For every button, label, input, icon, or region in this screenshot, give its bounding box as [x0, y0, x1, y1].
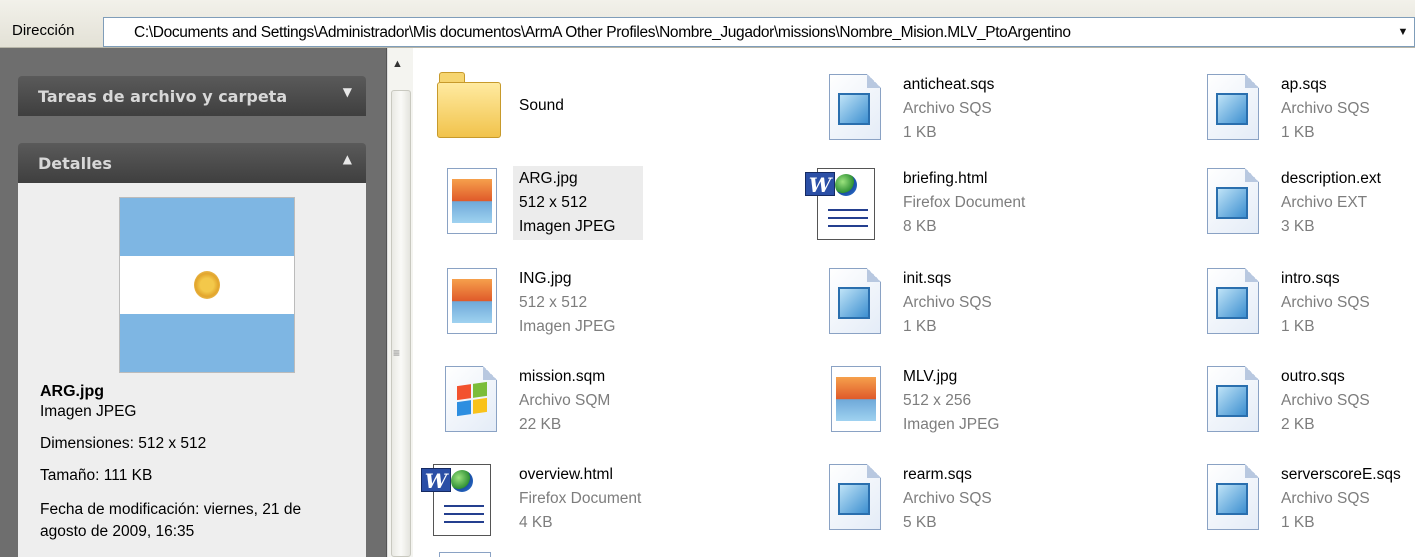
file-type: Imagen JPEG [519, 218, 616, 235]
file-size: 1 KB [903, 318, 937, 335]
chevron-down-icon[interactable]: ▼ [343, 85, 352, 99]
file-type: Archivo SQS [1281, 392, 1370, 409]
file-type: Firefox Document [519, 490, 642, 507]
file-item-ing-jpg[interactable]: ING.jpg 512 x 512 Imagen JPEG [431, 268, 791, 354]
file-name: rearm.sqs [903, 466, 972, 483]
file-size: 1 KB [1281, 318, 1315, 335]
details-modified-date: Fecha de modificación: viernes, 21 de ag… [40, 501, 302, 540]
chevron-down-icon[interactable]: ▼ [1392, 18, 1414, 46]
file-size: 4 KB [519, 514, 553, 531]
file-size: 22 KB [519, 416, 562, 433]
file-item-ap[interactable]: ap.sqs Archivo SQS 1 KB [1193, 74, 1415, 160]
file-type: Archivo SQS [1281, 490, 1370, 507]
file-name: briefing.html [903, 170, 988, 187]
grip-icon: ≡ [393, 346, 401, 360]
details-file-type: Imagen JPEG [40, 403, 137, 420]
file-item-mission[interactable]: mission.sqm Archivo SQM 22 KB [431, 366, 791, 452]
file-size: 8 KB [903, 218, 937, 235]
file-type: Archivo EXT [1281, 194, 1368, 211]
file-name: outro.sqs [1281, 368, 1345, 385]
file-list: Sound anticheat.sqs Archivo SQS 1 KB ap.… [413, 48, 1415, 557]
file-type: Imagen JPEG [519, 318, 616, 335]
file-size: 1 KB [1281, 514, 1315, 531]
image-preview [120, 198, 294, 372]
address-input[interactable]: C:\Documents and Settings\Administrador\… [103, 17, 1415, 47]
scroll-up-arrow-icon[interactable]: ▲ [392, 58, 403, 70]
file-name: overview.html [519, 466, 613, 483]
sqs-file-icon [815, 464, 895, 544]
file-item-briefing[interactable]: W briefing.html Firefox Document 8 KB [805, 168, 1165, 254]
file-item-anticheat[interactable]: anticheat.sqs Archivo SQS 1 KB [815, 74, 1175, 160]
sqs-file-icon [1193, 74, 1273, 154]
file-size: 1 KB [1281, 124, 1315, 141]
sqs-file-icon [1193, 366, 1273, 446]
file-size: 2 KB [1281, 416, 1315, 433]
file-dimensions: 512 x 512 [519, 294, 588, 311]
details-panel: ARG.jpg Imagen JPEG Dimensiones: 512 x 5… [18, 183, 366, 557]
file-type: Archivo SQS [903, 100, 992, 117]
vertical-scrollbar[interactable]: ▲ ≡ [387, 48, 413, 557]
address-path[interactable]: C:\Documents and Settings\Administrador\… [134, 24, 1071, 42]
jpeg-file-icon [431, 268, 511, 348]
file-type: Archivo SQS [1281, 100, 1370, 117]
file-tasks-panel-header[interactable]: Tareas de archivo y carpeta ▼ [18, 76, 366, 116]
file-name: MLV.jpg [903, 368, 958, 385]
jpeg-file-icon [815, 366, 895, 446]
sqs-file-icon [815, 268, 895, 348]
file-name: ap.sqs [1281, 76, 1327, 93]
file-size: 5 KB [903, 514, 937, 531]
jpeg-file-icon [431, 168, 511, 248]
file-size: 3 KB [1281, 218, 1315, 235]
file-name: Sound [519, 97, 564, 114]
address-label: Dirección [12, 22, 75, 39]
file-type: Imagen JPEG [903, 416, 1000, 433]
address-bar: Dirección C:\Documents and Settings\Admi… [0, 0, 1415, 48]
file-name: anticheat.sqs [903, 76, 995, 93]
scroll-thumb[interactable] [391, 90, 411, 557]
file-name: intro.sqs [1281, 270, 1340, 287]
file-item-arg-jpg[interactable]: ARG.jpg 512 x 512 Imagen JPEG [431, 166, 791, 254]
file-type: Archivo SQM [519, 392, 611, 409]
details-title: Detalles [38, 154, 112, 173]
sqs-file-icon [1193, 464, 1273, 544]
sun-of-may-icon [194, 271, 220, 299]
details-dimensions: Dimensiones: 512 x 512 [40, 435, 207, 452]
file-item-description[interactable]: description.ext Archivo EXT 3 KB [1193, 168, 1415, 254]
file-name: description.ext [1281, 170, 1381, 187]
ext-file-icon [1193, 168, 1273, 248]
file-name: serverscoreE.sqs [1281, 466, 1401, 483]
sqs-file-icon [1193, 268, 1273, 348]
file-dimensions: 512 x 512 [519, 194, 588, 211]
partial-file-icon [439, 552, 491, 557]
sqs-file-icon [815, 74, 895, 154]
file-item-overview[interactable]: W overview.html Firefox Document 4 KB [421, 464, 781, 550]
file-type: Archivo SQS [1281, 294, 1370, 311]
file-item-rearm[interactable]: rearm.sqs Archivo SQS 5 KB [815, 464, 1175, 550]
file-name: init.sqs [903, 270, 952, 287]
file-dimensions: 512 x 256 [903, 392, 972, 409]
file-name: ARG.jpg [519, 170, 578, 187]
file-size: 1 KB [903, 124, 937, 141]
details-panel-header[interactable]: Detalles ▲ [18, 143, 366, 183]
details-file-name: ARG.jpg [40, 383, 104, 400]
file-item-mlv-jpg[interactable]: MLV.jpg 512 x 256 Imagen JPEG [815, 366, 1175, 452]
file-item-serverscore[interactable]: serverscoreE.sqs Archivo SQS 1 KB [1193, 464, 1415, 550]
details-size: Tamaño: 111 KB [40, 467, 153, 484]
file-type: Firefox Document [903, 194, 1026, 211]
file-item-sound[interactable]: Sound [431, 72, 791, 158]
task-pane: Tareas de archivo y carpeta ▼ Detalles ▲… [0, 48, 387, 557]
file-item-outro[interactable]: outro.sqs Archivo SQS 2 KB [1193, 366, 1415, 452]
file-name: ING.jpg [519, 270, 572, 287]
folder-icon [431, 72, 511, 152]
file-item-intro[interactable]: intro.sqs Archivo SQS 1 KB [1193, 268, 1415, 354]
file-tasks-title: Tareas de archivo y carpeta [38, 87, 288, 106]
file-type: Archivo SQS [903, 490, 992, 507]
file-type: Archivo SQS [903, 294, 992, 311]
chevron-up-icon[interactable]: ▲ [343, 152, 352, 166]
word-html-icon: W [421, 464, 501, 544]
word-html-icon: W [805, 168, 885, 248]
file-name: mission.sqm [519, 368, 606, 385]
windows-file-icon [431, 366, 511, 446]
file-item-init[interactable]: init.sqs Archivo SQS 1 KB [815, 268, 1175, 354]
